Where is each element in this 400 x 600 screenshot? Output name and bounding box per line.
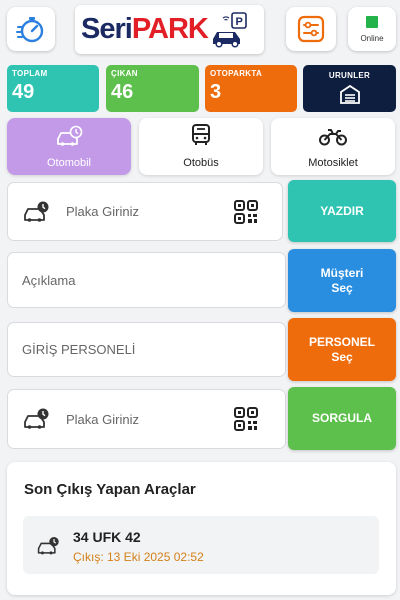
select-staff-label-2: Seç [331, 349, 353, 364]
qr-code-icon[interactable] [234, 199, 258, 224]
select-customer-button[interactable]: Müşteri Seç [288, 249, 396, 312]
plate-placeholder-1: Plaka Giriniz [66, 204, 139, 219]
recent-exits-card: Son Çıkış Yapan Araçlar 34 UFK 42 Çıkış:… [7, 462, 396, 595]
query-button[interactable]: SORGULA [288, 387, 396, 450]
print-button[interactable]: YAZDIR [288, 180, 396, 242]
settings-button[interactable] [286, 7, 336, 51]
garage-icon [339, 84, 360, 104]
plate-input-2[interactable]: Plaka Giriniz [7, 389, 286, 449]
description-input[interactable]: Açıklama [7, 252, 286, 308]
exit-plate: 34 UFK 42 [73, 529, 141, 545]
online-label: Online [360, 33, 384, 43]
bus-icon [192, 124, 210, 145]
online-indicator [366, 15, 378, 28]
vehicle-type-car[interactable]: Otomobil [7, 118, 131, 175]
stat-total-value: 49 [12, 81, 35, 103]
car-clock-icon [24, 408, 49, 429]
select-staff-button[interactable]: PERSONEL Seç [288, 318, 396, 381]
products-button[interactable]: URUNLER [303, 65, 396, 112]
motorcycle-icon [319, 129, 347, 146]
recent-exits-title: Son Çıkış Yapan Araçlar [24, 481, 196, 498]
logo-seri-text: Seri [81, 13, 133, 45]
vehicle-type-car-label: Otomobil [46, 157, 92, 169]
staff-input[interactable]: GİRİŞ PERSONELİ [7, 322, 286, 377]
query-button-label: SORGULA [312, 411, 372, 425]
stat-exited-value: 46 [111, 81, 134, 103]
svg-text:P: P [235, 16, 242, 28]
plate-input-1[interactable]: Plaka Giriniz [7, 182, 283, 241]
description-placeholder: Açıklama [22, 272, 76, 288]
stat-exited-label: ÇIKAN [111, 69, 138, 78]
vehicle-type-motorcycle[interactable]: Motosiklet [271, 118, 395, 175]
car-clock-icon [24, 201, 49, 222]
app-logo: Seri PARK P [75, 5, 264, 54]
vehicle-type-motorcycle-label: Motosiklet [308, 157, 358, 169]
speedometer-button[interactable] [7, 7, 55, 51]
select-staff-label-1: PERSONEL [308, 334, 375, 349]
vehicle-type-bus-label: Otobüs [183, 157, 219, 169]
qr-code-icon[interactable] [234, 407, 258, 431]
plate-placeholder-2: Plaka Giriniz [66, 411, 139, 427]
stat-total: TOPLAM 49 [7, 65, 99, 112]
stat-parked: OTOPARKTA 3 [205, 65, 297, 112]
logo-park-text: PARK [131, 13, 209, 45]
car-clock-icon [37, 537, 59, 555]
parking-car-icon: P [212, 11, 247, 48]
online-status[interactable]: Online [348, 7, 396, 51]
stat-total-label: TOPLAM [12, 69, 48, 78]
list-item[interactable]: 34 UFK 42 Çıkış: 13 Eki 2025 02:52 [23, 516, 379, 574]
staff-placeholder: GİRİŞ PERSONELİ [22, 342, 136, 357]
car-clock-icon [57, 125, 83, 146]
sliders-icon [297, 15, 325, 43]
products-label: URUNLER [328, 71, 371, 80]
exit-time: Çıkış: 13 Eki 2025 02:52 [73, 550, 204, 564]
vehicle-type-bus[interactable]: Otobüs [139, 118, 263, 175]
stat-parked-value: 3 [210, 81, 222, 103]
stat-parked-label: OTOPARKTA [210, 69, 263, 78]
stat-exited: ÇIKAN 46 [106, 65, 199, 112]
speedometer-icon [16, 17, 44, 43]
print-button-label: YAZDIR [320, 203, 364, 218]
select-customer-label-1: Müşteri [320, 265, 364, 280]
select-customer-label-2: Seç [331, 280, 353, 295]
